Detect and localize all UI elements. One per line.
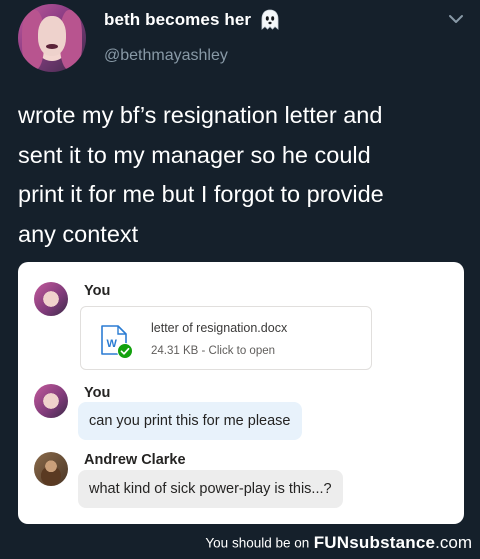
avatar (34, 452, 68, 486)
chat-screenshot: You W letter of resignation.docx 24.31 K… (18, 262, 464, 524)
user-handle[interactable]: @bethmayashley (104, 47, 228, 65)
tweet-text: wrote my bf’s resignation letter and sen… (18, 96, 468, 254)
display-name[interactable]: beth becomes her (104, 10, 251, 30)
tweet: beth becomes her @bethmayashley wrote my… (0, 0, 480, 540)
avatar (34, 384, 68, 418)
message-sender: You (84, 385, 111, 401)
tweet-text-line: wrote my bf’s resignation letter and (18, 102, 383, 128)
tweet-text-line: any context (18, 220, 139, 247)
profile-avatar[interactable] (18, 4, 86, 72)
tweet-text-line: sent it to my manager so he could (18, 141, 371, 168)
tweet-text-line: print it for me but I forgot to provide (18, 181, 384, 207)
avatar (34, 282, 68, 316)
message-sender: Andrew Clarke (84, 452, 186, 468)
footer-prefix: You should be on (205, 535, 310, 551)
message-bubble: what kind of sick power-play is this...? (78, 470, 343, 508)
avatar-face (38, 16, 66, 56)
check-icon (117, 343, 133, 359)
chevron-down-icon[interactable] (448, 12, 464, 26)
message-sender: You (84, 283, 111, 299)
footer-brand: FUNsubstance (313, 533, 436, 552)
file-name: letter of resignation.docx (151, 321, 288, 335)
watermark-footer: You should be on FUNsubstance.com (0, 533, 480, 559)
svg-text:W: W (107, 338, 118, 350)
ghost-icon (261, 9, 279, 30)
avatar-lips (46, 44, 58, 49)
file-meta: 24.31 KB - Click to open (151, 345, 276, 357)
file-attachment[interactable]: W letter of resignation.docx 24.31 KB - … (80, 306, 372, 370)
footer-brand-suffix: .com (435, 533, 472, 552)
message-bubble: can you print this for me please (78, 402, 302, 440)
